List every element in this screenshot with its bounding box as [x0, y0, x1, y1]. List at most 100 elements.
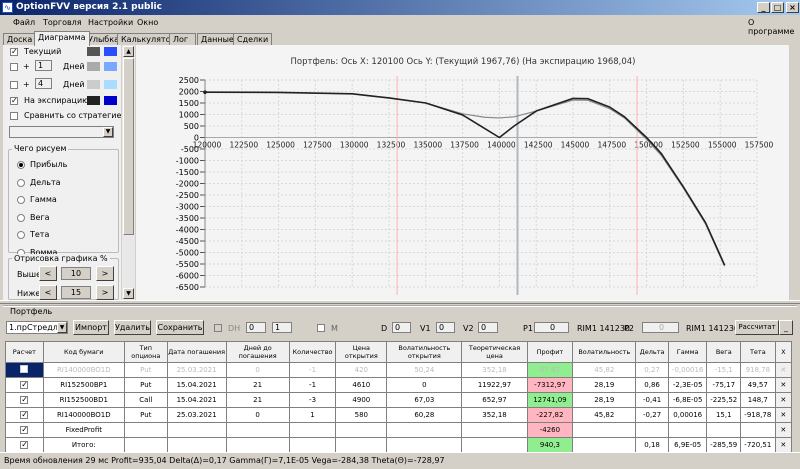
column-header[interactable]: Код бумаги: [42, 341, 125, 363]
below-increase-button[interactable]: >: [96, 285, 114, 300]
menu-about[interactable]: О программе: [748, 18, 800, 36]
days2-input[interactable]: 4: [35, 78, 52, 89]
column-header[interactable]: Тета: [740, 341, 776, 363]
y-tick-label: 2000: [179, 88, 199, 97]
compare-checkbox[interactable]: [10, 112, 18, 120]
dh1-spinner[interactable]: 0: [246, 322, 266, 333]
delete-button[interactable]: Удалить: [114, 320, 151, 335]
column-header[interactable]: Гамма: [667, 341, 708, 363]
calc-checkbox[interactable]: ✓: [20, 411, 29, 419]
table-row[interactable]: ✓ RI152500BD1 Call 15.04.2021 21 -3 4900 67,03 6…: [5, 392, 793, 408]
portfolio-select[interactable]: 1.прСтредл ▼: [6, 321, 68, 334]
menu-file[interactable]: Файл: [13, 18, 35, 27]
table-row[interactable]: ✓ RI152500BP1 Put 15.04.2021 21 -1 4610 0 11922,…: [5, 377, 793, 393]
days1-color-swatch[interactable]: [87, 62, 100, 71]
radio-option-3[interactable]: [17, 213, 25, 222]
menu-window[interactable]: Окно: [137, 18, 158, 27]
expiration-checkbox[interactable]: ✓: [10, 97, 18, 105]
remove-row-button[interactable]: ✕: [774, 362, 793, 378]
column-header[interactable]: Дата погашения: [166, 341, 227, 363]
calc-checkbox-cell[interactable]: ✓: [5, 377, 44, 393]
table-row[interactable]: ✓ Итого: 940,3 0,18 6,9E-05 -285,59 -720,51 ✕: [5, 437, 793, 453]
column-header[interactable]: Количество: [288, 341, 337, 363]
calc-checkbox[interactable]: ✓: [20, 396, 29, 404]
table-cell: -285,59: [706, 437, 742, 453]
v1-input[interactable]: 0: [436, 322, 455, 333]
table-row[interactable]: ✓ RI140000BO1D Put 25.03.2021 0 1 580 60,28 352,…: [5, 407, 793, 423]
calculate-button[interactable]: Рассчитат: [735, 320, 779, 335]
below-decrease-button[interactable]: <: [39, 285, 57, 300]
column-header[interactable]: Волатильность: [572, 341, 637, 363]
calc-checkbox-cell[interactable]: ✓: [5, 407, 44, 423]
column-header[interactable]: X: [774, 341, 793, 363]
minimize-button[interactable]: _: [757, 2, 770, 13]
p2-input[interactable]: 0: [642, 322, 679, 333]
tab-diagram[interactable]: Диаграмма: [34, 31, 90, 46]
save-button[interactable]: Сохранить: [156, 320, 204, 335]
expiration-color-swatch[interactable]: [87, 96, 100, 105]
days1-checkbox[interactable]: [10, 63, 18, 71]
remove-row-button[interactable]: ✕: [774, 392, 793, 408]
m-checkbox[interactable]: [317, 324, 325, 332]
days1-color-swatch-2[interactable]: [104, 62, 117, 71]
days2-color-swatch[interactable]: [87, 80, 100, 89]
calc-checkbox[interactable]: ✓: [20, 426, 29, 434]
import-button[interactable]: Импорт: [73, 320, 109, 335]
column-header[interactable]: Профит: [526, 341, 574, 363]
v2-input[interactable]: 0: [478, 322, 498, 333]
close-button[interactable]: ×: [786, 2, 799, 13]
p1-input[interactable]: 0: [534, 322, 569, 333]
column-header[interactable]: Тип опциона: [123, 341, 168, 363]
left-panel-scrollbar[interactable]: ▲ ▼: [122, 45, 135, 300]
column-header[interactable]: Дней до погашения: [225, 341, 290, 363]
above-increase-button[interactable]: >: [96, 266, 114, 281]
current-color-swatch[interactable]: [87, 47, 100, 56]
strategy-select[interactable]: ▼: [9, 126, 114, 138]
expiration-color-swatch-2[interactable]: [104, 96, 117, 105]
above-decrease-button[interactable]: <: [39, 266, 57, 281]
splitter[interactable]: [0, 300, 800, 304]
remove-row-button[interactable]: ✕: [774, 377, 793, 393]
radio-option-0[interactable]: [17, 161, 25, 169]
menu-settings[interactable]: Настройки: [88, 18, 133, 27]
calc-checkbox[interactable]: ✓: [20, 381, 29, 389]
d-input[interactable]: 0: [392, 322, 411, 333]
minimize-panel-button[interactable]: _: [779, 320, 793, 335]
days2-color-swatch-2[interactable]: [104, 80, 117, 89]
calc-checkbox-cell[interactable]: ✓: [5, 422, 44, 438]
column-header[interactable]: Дельта: [635, 341, 669, 363]
below-value[interactable]: 15: [61, 286, 91, 299]
scroll-down-icon[interactable]: ▼: [123, 288, 134, 299]
menu-trading[interactable]: Торговля: [43, 18, 82, 27]
y-tick-label: -4500: [176, 237, 199, 246]
column-header[interactable]: Расчет: [5, 341, 44, 363]
calc-checkbox-cell[interactable]: ✓: [5, 437, 44, 453]
maximize-button[interactable]: □: [771, 2, 784, 13]
calc-checkbox[interactable]: ✓: [20, 441, 29, 449]
column-header[interactable]: Теоретическая цена: [461, 341, 528, 363]
table-row[interactable]: ✓ FixedProfit -4260 ✕: [5, 422, 793, 438]
column-header[interactable]: Вега: [706, 341, 742, 363]
table-row[interactable]: RI140000BO1D Put 25.03.2021 0 -1 420 50,24 352,…: [5, 362, 793, 378]
current-color-swatch-2[interactable]: [104, 47, 117, 56]
remove-row-button[interactable]: ✕: [774, 422, 793, 438]
calc-checkbox[interactable]: [20, 365, 29, 373]
radio-option-2[interactable]: [17, 196, 25, 204]
table-cell: 4900: [335, 392, 388, 408]
radio-option-4[interactable]: [17, 231, 25, 239]
calc-checkbox-cell[interactable]: ✓: [5, 392, 44, 408]
calc-checkbox-cell[interactable]: [5, 362, 44, 378]
dh-checkbox[interactable]: [214, 324, 222, 332]
radio-option-1[interactable]: [17, 178, 25, 187]
column-header[interactable]: Цена открытия: [335, 341, 388, 363]
scroll-thumb[interactable]: [123, 58, 134, 235]
days1-input[interactable]: 1: [35, 60, 52, 71]
current-checkbox[interactable]: ✓: [10, 48, 18, 56]
days2-checkbox[interactable]: [10, 81, 18, 89]
dh2-spinner[interactable]: 1: [272, 322, 292, 333]
remove-row-button[interactable]: ✕: [774, 437, 793, 453]
scroll-up-icon[interactable]: ▲: [123, 46, 134, 57]
column-header[interactable]: Волатильность открытия: [386, 341, 463, 363]
remove-row-button[interactable]: ✕: [774, 407, 793, 423]
above-value[interactable]: 10: [61, 267, 91, 280]
